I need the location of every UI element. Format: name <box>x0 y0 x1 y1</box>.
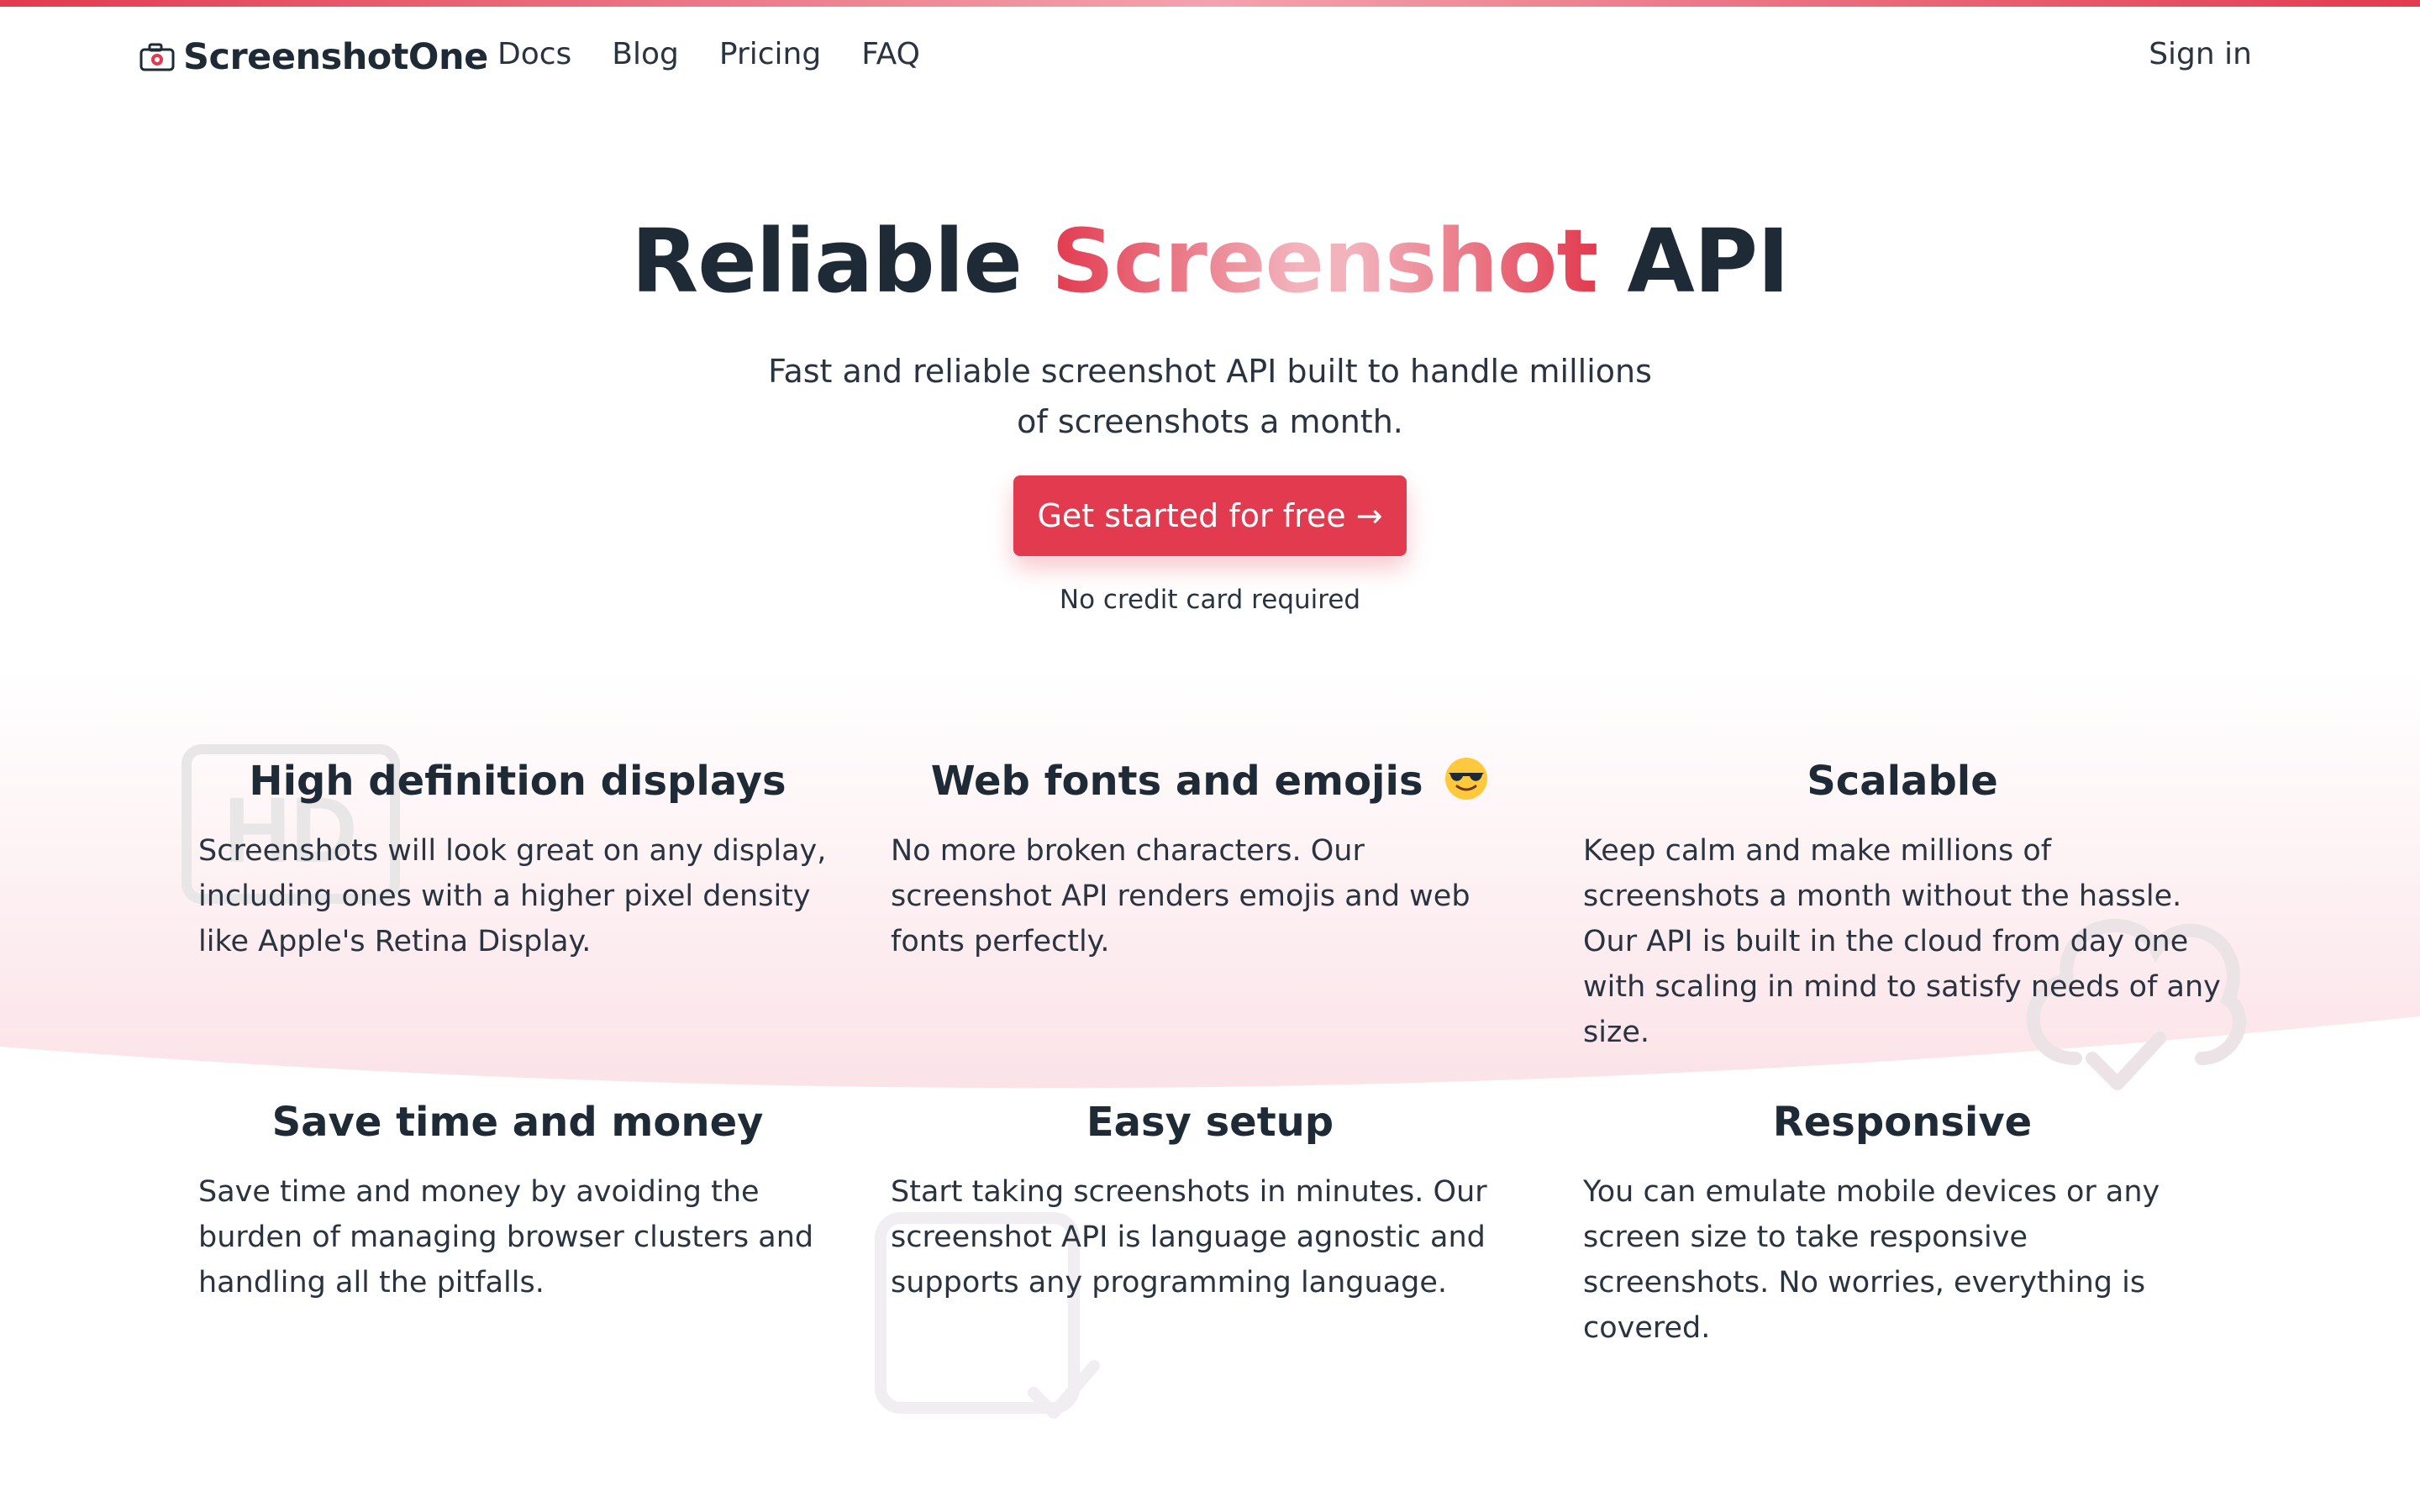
sunglasses-emoji-icon <box>1445 758 1488 800</box>
feature-high-definition: High definition displays Screenshots wil… <box>198 754 837 964</box>
feature-title-row: Web fonts and emojis <box>891 754 1529 808</box>
feature-text: No more broken characters. Our screensho… <box>891 834 1470 958</box>
sign-in-link[interactable]: Sign in <box>2149 37 2252 71</box>
feature-title: Scalable <box>1807 758 1998 805</box>
feature-title: Easy setup <box>1086 1099 1334 1146</box>
nav-link-docs[interactable]: Docs <box>497 37 571 71</box>
nav-link-blog[interactable]: Blog <box>612 37 679 71</box>
brand-name: ScreenshotOne <box>183 36 488 78</box>
feature-web-fonts: Web fonts and emojis No more broken char… <box>891 754 1529 964</box>
hero-title-accent: Screenshot <box>1051 210 1598 312</box>
feature-title: Web fonts and emojis <box>930 758 1423 805</box>
feature-title: Responsive <box>1772 1099 2033 1146</box>
feature-save-time: Save time and money Save time and money … <box>198 1095 837 1305</box>
feature-text: Start taking screenshots in minutes. Our… <box>891 1175 1487 1299</box>
nav-links: Docs Blog Pricing FAQ <box>497 37 960 71</box>
feature-easy-setup: Easy setup Start taking screenshots in m… <box>891 1095 1529 1305</box>
hero-title-pre: Reliable <box>631 210 1023 312</box>
feature-title: High definition displays <box>249 758 786 805</box>
hero-subtitle: Fast and reliable screenshot API built t… <box>768 353 1652 440</box>
feature-scalable: Scalable Keep calm and make millions of … <box>1583 754 2222 1055</box>
feature-responsive: Responsive You can emulate mobile device… <box>1583 1095 2222 1351</box>
nav-link-faq[interactable]: FAQ <box>861 37 920 71</box>
brand-logo[interactable]: ScreenshotOne <box>139 32 488 82</box>
feature-text: Keep calm and make millions of screensho… <box>1583 834 2221 1049</box>
top-accent-bar <box>0 0 2420 7</box>
feature-title: Save time and money <box>271 1099 764 1146</box>
hero-title-post: API <box>1627 210 1789 312</box>
feature-text: You can emulate mobile devices or any sc… <box>1583 1175 2160 1345</box>
feature-text: Screenshots will look great on any displ… <box>198 834 827 958</box>
camera-logo-icon <box>139 43 175 71</box>
get-started-button[interactable]: Get started for free → <box>1013 475 1407 556</box>
feature-text: Save time and money by avoiding the burd… <box>198 1175 814 1299</box>
nav-link-pricing[interactable]: Pricing <box>719 37 821 71</box>
top-navigation: ScreenshotOne Docs Blog Pricing FAQ Sign… <box>0 7 2420 108</box>
hero-title: Reliable Screenshot API <box>0 210 2420 312</box>
cta-note: No credit card required <box>1059 585 1361 615</box>
